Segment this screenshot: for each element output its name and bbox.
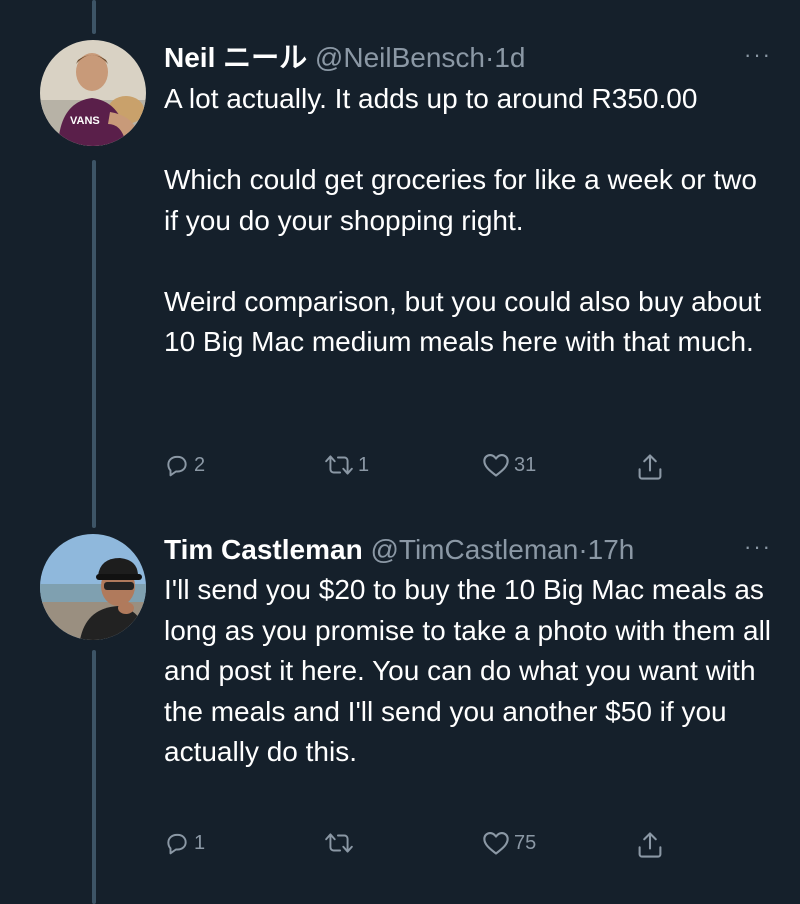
share-button[interactable] (636, 830, 664, 860)
tweet-neil[interactable]: VANS Neil ニール @NeilBensch·1d ··· A lot a… (0, 40, 800, 500)
tweet-text: A lot actually. It adds up to around R35… (164, 79, 774, 363)
tweet-header: Neil ニール @NeilBensch·1d (164, 40, 525, 76)
avatar-shirt-text: VANS (70, 115, 100, 127)
like-icon (483, 832, 509, 855)
display-name[interactable]: Tim Castleman (164, 534, 363, 565)
separator-dot: · (578, 534, 588, 565)
retweet-button[interactable] (324, 830, 358, 856)
like-button[interactable]: 75 (482, 830, 536, 856)
tweet-paragraph: Weird comparison, but you could also buy… (164, 285, 762, 358)
reply-button[interactable]: 1 (164, 830, 205, 856)
reply-count: 2 (194, 453, 206, 476)
user-handle[interactable]: @NeilBensch (315, 42, 485, 73)
reply-count: 1 (194, 831, 206, 854)
tweet-actions: 2 1 31 (164, 452, 724, 492)
display-name[interactable]: Neil ニール (164, 42, 307, 73)
like-count: 75 (514, 831, 537, 854)
retweet-icon (325, 833, 353, 853)
tweet-paragraph: A lot actually. It adds up to around R35… (164, 83, 698, 114)
share-icon (638, 832, 662, 858)
share-button[interactable] (636, 452, 664, 482)
like-icon (483, 454, 509, 477)
reply-button[interactable]: 2 (164, 452, 205, 478)
timestamp[interactable]: 17h (588, 534, 635, 565)
tweet-tim[interactable]: Tim Castleman @TimCastleman·17h ··· I'll… (0, 532, 800, 872)
reply-icon (167, 455, 187, 477)
timestamp[interactable]: 1d (494, 42, 525, 73)
retweet-icon (325, 455, 353, 475)
tweet-paragraph: Which could get groceries for like a wee… (164, 164, 757, 236)
tweet-text: I'll send you $20 to buy the 10 Big Mac … (164, 570, 774, 773)
more-icon[interactable]: ··· (744, 40, 772, 70)
thread-line-top (92, 0, 96, 34)
separator-dot: · (484, 42, 495, 73)
tweet-paragraph: I'll send you $20 to buy the 10 Big Mac … (164, 574, 772, 767)
user-handle[interactable]: @TimCastleman (370, 534, 578, 565)
like-count: 31 (514, 453, 537, 476)
avatar[interactable]: VANS (40, 40, 146, 146)
avatar[interactable] (40, 534, 146, 640)
reply-icon (167, 833, 187, 855)
tweet-header: Tim Castleman @TimCastleman·17h (164, 532, 634, 568)
like-button[interactable]: 31 (482, 452, 536, 478)
tweet-actions: 1 75 (164, 830, 724, 870)
more-icon[interactable]: ··· (744, 532, 772, 562)
retweet-count: 1 (358, 453, 370, 476)
share-icon (638, 454, 662, 480)
retweet-button[interactable]: 1 (324, 452, 369, 478)
